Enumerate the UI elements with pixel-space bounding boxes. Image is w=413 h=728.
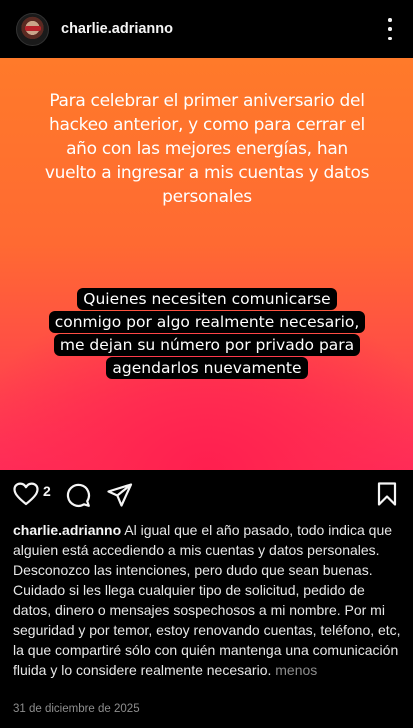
post-header: charlie.adrianno [0,0,413,58]
caption-username[interactable]: charlie.adrianno [13,522,121,538]
post-highlight-block: Quienes necesiten comunicarse conmigo po… [48,288,366,380]
comment-icon[interactable] [65,482,91,513]
post-highlight-text: Quienes necesiten comunicarse conmigo po… [48,288,366,379]
post-actions-bar [0,470,413,518]
header-username[interactable]: charlie.adrianno [61,21,173,37]
post-image[interactable]: Para celebrar el primer aniversario del … [0,58,413,470]
post-caption: charlie.adrianno Al igual que el año pas… [13,520,403,680]
heart-icon[interactable] [13,482,39,511]
post-date: 31 de diciembre de 2025 [13,703,140,715]
caption-text: Al igual que el año pasado, todo indica … [13,522,401,678]
avatar[interactable] [16,12,49,46]
more-options-icon[interactable] [383,18,397,40]
like-count[interactable]: 2 [43,483,51,499]
send-icon[interactable] [107,483,133,512]
caption-less-link[interactable]: menos [275,662,317,678]
bookmark-icon[interactable] [377,482,397,511]
post-main-text: Para celebrar el primer aniversario del … [44,91,370,207]
